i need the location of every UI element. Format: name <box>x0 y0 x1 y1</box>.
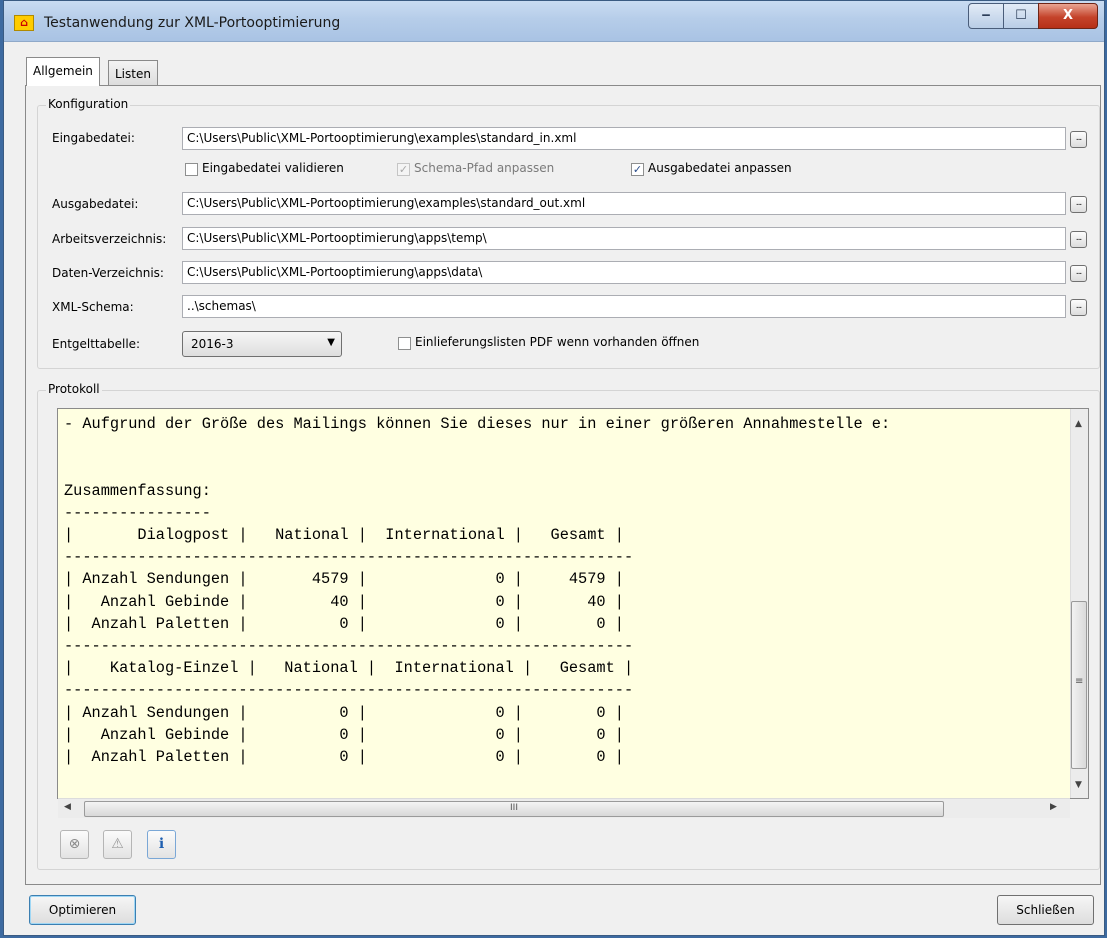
entgelttabelle-value: 2016-3 <box>191 337 234 351</box>
eingabedatei-label: Eingabedatei: <box>52 131 135 145</box>
daten-verzeichnis-label: Daten-Verzeichnis: <box>52 266 164 280</box>
protokoll-line: Zusammenfassung: <box>64 481 211 500</box>
schema-pfad-checkbox[interactable]: ✓ <box>397 163 410 176</box>
protokoll-line: ---------------- <box>64 503 211 522</box>
error-filter-button[interactable]: ⊗ <box>60 830 89 859</box>
main-window: ⌂ Testanwendung zur XML-Portooptimierung… <box>3 0 1105 936</box>
ausgabedatei-anpassen-checkbox[interactable]: ✓ <box>631 163 644 176</box>
minimize-button[interactable]: ‒ <box>968 3 1004 29</box>
schliessen-button[interactable]: Schließen <box>997 895 1094 925</box>
protokoll-line: ----------------------------------------… <box>64 681 634 700</box>
protokoll-line: ----------------------------------------… <box>64 637 634 656</box>
arbeitsverzeichnis-field[interactable]: C:\Users\Public\XML-Portooptimierung\app… <box>182 227 1066 250</box>
protokoll-line: | Anzahl Gebinde | 40 | 0 | 40 | <box>64 592 624 611</box>
posthorn-icon: ⌂ <box>14 15 34 31</box>
protokoll-line: | Anzahl Gebinde | 0 | 0 | 0 | <box>64 725 624 744</box>
chevron-down-icon: ▼ <box>327 337 335 348</box>
scroll-right-arrow-icon[interactable]: ▶ <box>1050 802 1057 812</box>
optimieren-button[interactable]: Optimieren <box>29 895 136 925</box>
schema-pfad-label: Schema-Pfad anpassen <box>414 161 555 175</box>
warning-filter-icon: ⚠ <box>111 836 124 852</box>
scroll-down-arrow-icon[interactable]: ▼ <box>1075 780 1082 790</box>
einlieferungslisten-pdf-checkbox[interactable] <box>398 337 411 350</box>
tab-listen[interactable]: Listen <box>108 60 158 86</box>
eingabedatei-field[interactable]: C:\Users\Public\XML-Portooptimierung\exa… <box>182 127 1066 150</box>
title-bar[interactable]: ⌂ Testanwendung zur XML-Portooptimierung… <box>4 1 1104 42</box>
konfiguration-title: Konfiguration <box>46 97 131 111</box>
vertical-scroll-thumb[interactable]: ≡ <box>1071 601 1087 769</box>
protokoll-line: | Anzahl Paletten | 0 | 0 | 0 | <box>64 748 624 767</box>
maximize-button[interactable]: ☐ <box>1003 3 1039 29</box>
error-filter-icon: ⊗ <box>68 836 81 852</box>
protokoll-line: ----------------------------------------… <box>64 548 634 567</box>
scroll-up-arrow-icon[interactable]: ▲ <box>1075 419 1082 429</box>
info-filter-button[interactable]: ℹ <box>147 830 176 859</box>
xml-schema-label: XML-Schema: <box>52 300 134 314</box>
protokoll-line: | Anzahl Sendungen | 0 | 0 | 0 | <box>64 703 624 722</box>
daten-verzeichnis-field[interactable]: C:\Users\Public\XML-Portooptimierung\app… <box>182 261 1066 284</box>
entgelttabelle-label: Entgelttabelle: <box>52 337 141 351</box>
xml-schema-browse-button[interactable]: ... <box>1070 299 1087 316</box>
entgelttabelle-dropdown[interactable]: 2016-3 ▼ <box>182 331 342 357</box>
ausgabedatei-label: Ausgabedatei: <box>52 197 139 211</box>
tab-allgemein[interactable]: Allgemein <box>26 57 100 86</box>
scroll-left-arrow-icon[interactable]: ◀ <box>64 802 71 812</box>
protokoll-line: | Anzahl Paletten | 0 | 0 | 0 | <box>64 614 624 633</box>
xml-schema-field[interactable]: ..\schemas\ <box>182 295 1066 318</box>
einlieferungslisten-pdf-label: Einlieferungslisten PDF wenn vorhanden ö… <box>415 335 700 349</box>
window-title: Testanwendung zur XML-Portooptimierung <box>44 15 341 31</box>
ausgabedatei-anpassen-label: Ausgabedatei anpassen <box>648 161 792 175</box>
protokoll-log-area[interactable]: - Aufgrund der Größe des Mailings können… <box>57 408 1089 799</box>
vertical-grip-icon: ≡ <box>1075 676 1084 687</box>
arbeitsverzeichnis-browse-button[interactable]: ... <box>1070 231 1087 248</box>
daten-verzeichnis-browse-button[interactable]: ... <box>1070 265 1087 282</box>
protokoll-line: | Katalog-Einzel | National | Internatio… <box>64 659 634 678</box>
arbeitsverzeichnis-label: Arbeitsverzeichnis: <box>52 232 167 246</box>
protokoll-text: - Aufgrund der Größe des Mailings können… <box>64 413 890 768</box>
close-window-button[interactable]: X <box>1038 3 1098 29</box>
warning-filter-button[interactable]: ⚠ <box>103 830 132 859</box>
eingabedatei-validieren-checkbox[interactable] <box>185 163 198 176</box>
horizontal-scroll-thumb[interactable]: III <box>84 801 944 817</box>
protokoll-line: | Anzahl Sendungen | 4579 | 0 | 4579 | <box>64 570 624 589</box>
ausgabedatei-browse-button[interactable]: ... <box>1070 196 1087 213</box>
protokoll-line: | Dialogpost | National | International … <box>64 526 624 545</box>
protokoll-line <box>64 435 890 457</box>
protokoll-line <box>64 457 890 479</box>
info-filter-icon: ℹ <box>158 836 165 852</box>
eingabedatei-browse-button[interactable]: ... <box>1070 131 1087 148</box>
ausgabedatei-field[interactable]: C:\Users\Public\XML-Portooptimierung\exa… <box>182 192 1066 215</box>
protokoll-title: Protokoll <box>46 382 102 396</box>
eingabedatei-validieren-label: Eingabedatei validieren <box>202 161 344 175</box>
protokoll-line: - Aufgrund der Größe des Mailings können… <box>64 415 891 433</box>
